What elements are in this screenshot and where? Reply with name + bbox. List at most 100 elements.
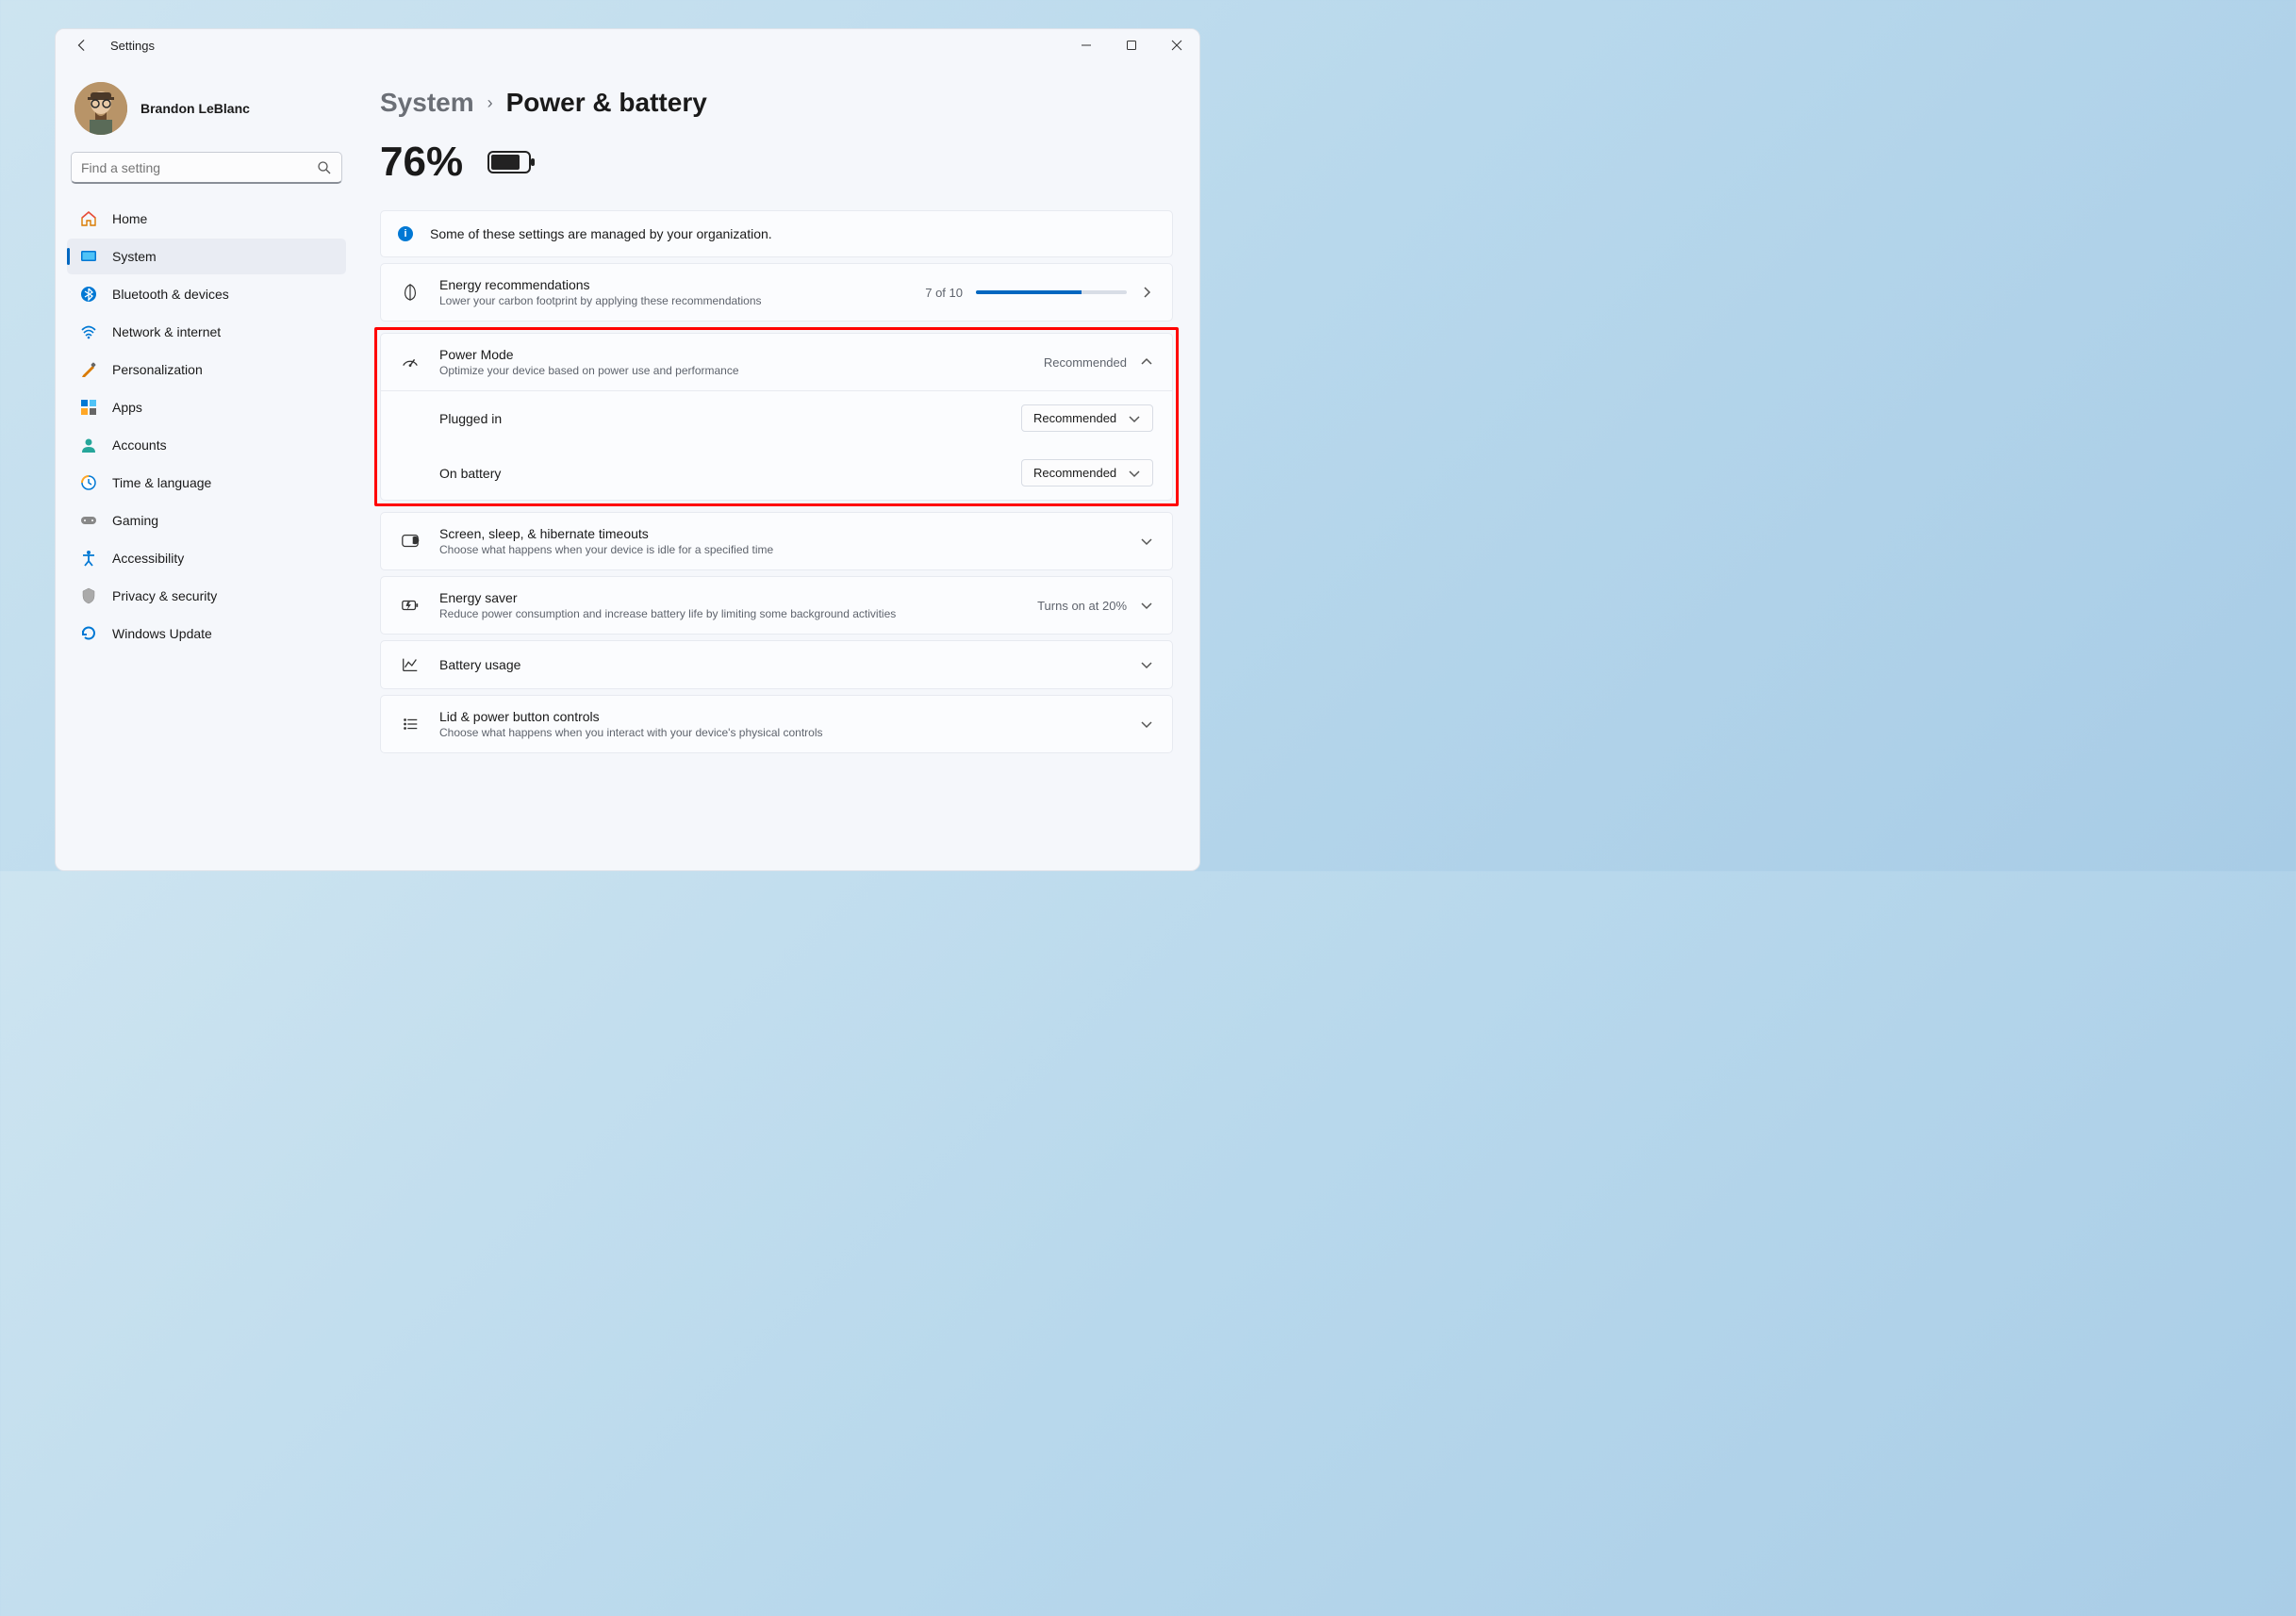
apps-icon (80, 399, 97, 416)
card-title: Power Mode (439, 347, 1025, 362)
energy-progress (976, 290, 1127, 294)
battery-usage-card: Battery usage (380, 640, 1173, 689)
battery-percent: 76% (380, 139, 463, 186)
lid-controls-row[interactable]: Lid & power button controls Choose what … (381, 696, 1172, 752)
breadcrumb: System › Power & battery (380, 88, 1173, 118)
nav-update[interactable]: Windows Update (67, 616, 346, 651)
accounts-icon (80, 437, 97, 453)
time-icon (80, 474, 97, 491)
chevron-down-icon (1140, 599, 1153, 612)
nav-apps[interactable]: Apps (67, 389, 346, 425)
accessibility-icon (80, 550, 97, 567)
card-subtitle: Reduce power consumption and increase ba… (439, 607, 1018, 620)
energy-recommendations-card: Energy recommendations Lower your carbon… (380, 263, 1173, 322)
back-button[interactable] (73, 36, 91, 55)
nav-accessibility[interactable]: Accessibility (67, 540, 346, 576)
energy-saver-icon (400, 595, 421, 616)
bluetooth-icon (80, 286, 97, 303)
card-title: Battery usage (439, 657, 1121, 672)
search-box[interactable] (71, 152, 342, 184)
sidebar: Brandon LeBlanc Home System Bluetooth & … (56, 61, 357, 870)
card-subtitle: Optimize your device based on power use … (439, 364, 1025, 377)
user-name: Brandon LeBlanc (140, 101, 250, 116)
nav-label: Gaming (112, 513, 158, 528)
power-mode-row[interactable]: Power Mode Optimize your device based on… (381, 334, 1172, 390)
plugged-in-dropdown[interactable]: Recommended (1021, 404, 1153, 432)
card-title: Energy saver (439, 590, 1018, 605)
main-content: System › Power & battery 76% i Some of t… (357, 61, 1199, 870)
card-title: Energy recommendations (439, 277, 906, 292)
nav-time[interactable]: Time & language (67, 465, 346, 501)
battery-usage-row[interactable]: Battery usage (381, 641, 1172, 688)
nav-system[interactable]: System (67, 239, 346, 274)
system-icon (80, 248, 97, 265)
titlebar: Settings (56, 29, 1199, 61)
power-mode-subrows: Plugged in Recommended On battery Recomm… (381, 390, 1172, 500)
on-battery-dropdown[interactable]: Recommended (1021, 459, 1153, 486)
info-icon: i (398, 226, 413, 241)
chevron-down-icon (1140, 658, 1153, 671)
plugged-in-label: Plugged in (439, 411, 502, 426)
close-button[interactable] (1154, 29, 1199, 61)
chevron-down-icon (1128, 467, 1141, 480)
lid-controls-card: Lid & power button controls Choose what … (380, 695, 1173, 753)
nav-label: Bluetooth & devices (112, 287, 229, 302)
chevron-down-icon (1140, 535, 1153, 548)
search-icon (317, 160, 332, 175)
nav-label: Home (112, 211, 147, 226)
dropdown-value: Recommended (1033, 411, 1116, 425)
nav-label: Privacy & security (112, 588, 217, 603)
energy-saver-row[interactable]: Energy saver Reduce power consumption an… (381, 577, 1172, 634)
breadcrumb-separator: › (487, 93, 493, 113)
user-block[interactable]: Brandon LeBlanc (67, 78, 346, 152)
nav: Home System Bluetooth & devices Network … (67, 201, 346, 651)
avatar (74, 82, 127, 135)
nav-personalization[interactable]: Personalization (67, 352, 346, 388)
leaf-icon (400, 282, 421, 303)
gauge-icon (400, 352, 421, 372)
power-mode-value: Recommended (1044, 355, 1127, 370)
on-battery-row: On battery Recommended (381, 445, 1172, 500)
screen-sleep-row[interactable]: Screen, sleep, & hibernate timeouts Choo… (381, 513, 1172, 569)
energy-count: 7 of 10 (925, 286, 963, 300)
screen-sleep-card: Screen, sleep, & hibernate timeouts Choo… (380, 512, 1173, 570)
nav-label: Apps (112, 400, 142, 415)
card-title: Screen, sleep, & hibernate timeouts (439, 526, 1121, 541)
nav-bluetooth[interactable]: Bluetooth & devices (67, 276, 346, 312)
battery-status: 76% (380, 139, 1173, 186)
card-subtitle: Lower your carbon footprint by applying … (439, 294, 906, 307)
chevron-down-icon (1140, 717, 1153, 731)
nav-home[interactable]: Home (67, 201, 346, 237)
network-icon (80, 323, 97, 340)
search-input[interactable] (81, 160, 317, 175)
window-controls (1064, 29, 1199, 61)
home-icon (80, 210, 97, 227)
energy-saver-value: Turns on at 20% (1037, 599, 1127, 613)
controls-icon (400, 714, 421, 734)
nav-label: System (112, 249, 157, 264)
breadcrumb-parent[interactable]: System (380, 88, 474, 118)
nav-privacy[interactable]: Privacy & security (67, 578, 346, 614)
nav-accounts[interactable]: Accounts (67, 427, 346, 463)
nav-label: Accessibility (112, 551, 184, 566)
power-mode-card: Power Mode Optimize your device based on… (380, 333, 1173, 501)
plugged-in-row: Plugged in Recommended (381, 391, 1172, 445)
nav-label: Windows Update (112, 626, 212, 641)
nav-gaming[interactable]: Gaming (67, 503, 346, 538)
on-battery-label: On battery (439, 466, 501, 481)
card-subtitle: Choose what happens when you interact wi… (439, 726, 1121, 739)
update-icon (80, 625, 97, 642)
privacy-icon (80, 587, 97, 604)
screen-icon (400, 531, 421, 552)
maximize-button[interactable] (1109, 29, 1154, 61)
minimize-button[interactable] (1064, 29, 1109, 61)
chevron-down-icon (1128, 412, 1141, 425)
energy-recommendations-row[interactable]: Energy recommendations Lower your carbon… (381, 264, 1172, 321)
nav-network[interactable]: Network & internet (67, 314, 346, 350)
nav-label: Network & internet (112, 324, 221, 339)
card-subtitle: Choose what happens when your device is … (439, 543, 1121, 556)
energy-saver-card: Energy saver Reduce power consumption an… (380, 576, 1173, 635)
org-banner: i Some of these settings are managed by … (380, 210, 1173, 257)
personalization-icon (80, 361, 97, 378)
card-title: Lid & power button controls (439, 709, 1121, 724)
